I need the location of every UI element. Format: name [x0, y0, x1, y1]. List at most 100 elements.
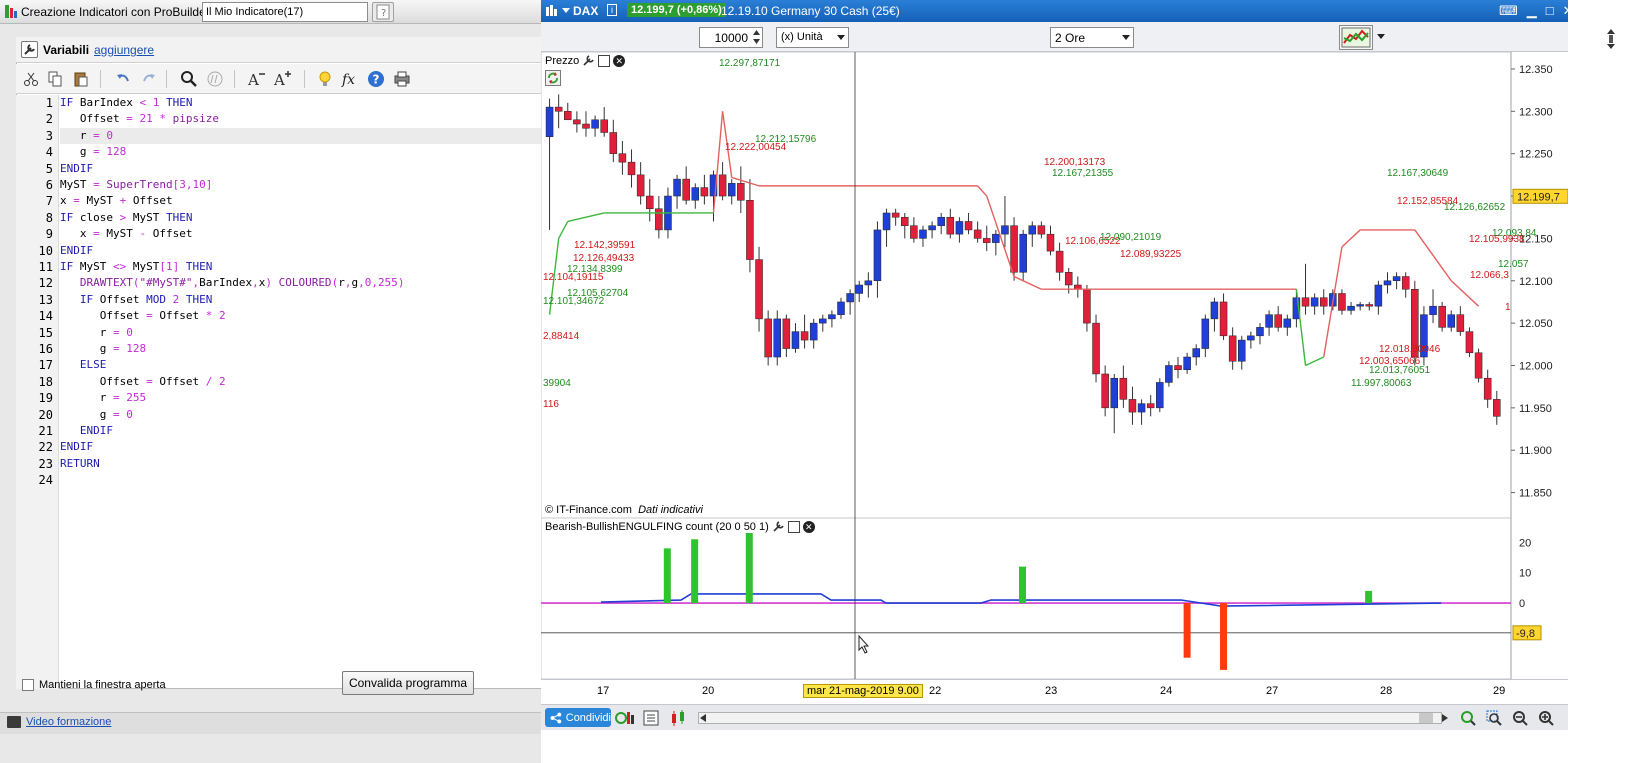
time-axis[interactable]: mar 21-mag-2019 9.00 17 20 22 23 24 27 28 29 — [541, 679, 1568, 701]
candle-body[interactable] — [1374, 284, 1383, 307]
candle-body[interactable] — [682, 178, 690, 201]
candle-body[interactable] — [1192, 348, 1200, 358]
candle-body[interactable] — [1165, 365, 1173, 383]
code-line[interactable]: ENDIF — [60, 423, 560, 439]
candlestick-icon[interactable] — [669, 709, 687, 727]
candle-body[interactable] — [673, 178, 681, 197]
candle-body[interactable] — [1238, 339, 1246, 362]
candle-body[interactable] — [1483, 377, 1492, 400]
candle-body[interactable] — [1401, 276, 1410, 290]
candle-body[interactable] — [891, 212, 900, 218]
candle-body[interactable] — [564, 111, 572, 121]
candle-body[interactable] — [1055, 250, 1064, 273]
close-panel-icon[interactable]: ✕ — [802, 520, 815, 533]
candle-body[interactable] — [1310, 297, 1319, 307]
candle-body[interactable] — [1128, 399, 1137, 413]
zoom-out-icon[interactable] — [1511, 709, 1529, 727]
candle-body[interactable] — [1028, 225, 1037, 235]
candle-body[interactable] — [746, 200, 754, 260]
candle-body[interactable] — [1429, 305, 1437, 315]
code-line[interactable]: r = 255 — [60, 390, 560, 406]
candle-body[interactable] — [1101, 373, 1109, 409]
cut-icon[interactable] — [20, 68, 42, 90]
code-line[interactable]: MyST = SuperTrend[3,10] — [60, 177, 560, 193]
font-decrease-icon[interactable]: A — [246, 68, 268, 90]
code-line[interactable]: RETURN — [60, 456, 560, 472]
help-circle-icon[interactable]: ? — [365, 68, 387, 90]
candle-body[interactable] — [1219, 301, 1228, 337]
candle-body[interactable] — [1274, 314, 1282, 328]
redo-icon[interactable] — [138, 68, 160, 90]
candle-body[interactable] — [1010, 225, 1018, 273]
maximize-icon[interactable]: □ — [1546, 3, 1554, 19]
candle-body[interactable] — [1283, 318, 1292, 328]
candle-body[interactable] — [846, 293, 854, 303]
keep-open-option[interactable]: Mantieni la finestra aperta — [22, 679, 166, 691]
candle-body[interactable] — [1438, 305, 1446, 328]
candle-body[interactable] — [600, 119, 608, 133]
candle-body[interactable] — [764, 318, 772, 358]
indicator-name-input[interactable] — [202, 2, 368, 22]
candle-body[interactable] — [901, 216, 909, 226]
lightbulb-icon[interactable] — [314, 68, 336, 90]
code-line[interactable]: IF MyST <> MyST[1] THEN — [60, 259, 560, 275]
candle-body[interactable] — [1019, 233, 1027, 273]
maximize-panel-icon[interactable] — [787, 520, 800, 533]
candle-body[interactable] — [1392, 276, 1401, 282]
code-editor[interactable]: IF BarIndex < 1 THEN Offset = 21 * pipsi… — [60, 95, 560, 689]
candle-body[interactable] — [755, 259, 763, 320]
candle-body[interactable] — [928, 225, 936, 231]
code-line[interactable]: ENDIF — [60, 439, 560, 455]
candle-body[interactable] — [1265, 314, 1273, 328]
candle-body[interactable] — [773, 318, 782, 358]
candle-body[interactable] — [737, 183, 745, 201]
code-line[interactable]: Offset = 21 * pipsize — [60, 111, 560, 127]
candle-body[interactable] — [1174, 365, 1182, 370]
timeframe-select[interactable]: 2 Ore — [1050, 27, 1134, 48]
video-training-link[interactable]: Video formazione — [26, 716, 111, 728]
chart-type-button[interactable] — [1339, 25, 1373, 50]
price-plot-area[interactable] — [541, 52, 1512, 518]
candle-body[interactable] — [837, 301, 845, 315]
scroll-right-icon[interactable] — [1442, 714, 1448, 722]
candle-body[interactable] — [919, 229, 927, 239]
wrench-icon[interactable] — [772, 520, 785, 533]
quantity-stepper-icon[interactable] — [752, 29, 761, 45]
engulfing-bar[interactable] — [1365, 590, 1373, 604]
candle-body[interactable] — [554, 106, 563, 112]
code-line[interactable]: Offset = Offset / 2 — [60, 374, 560, 390]
search-icon[interactable] — [178, 68, 200, 90]
minimize-icon[interactable]: ▁ — [1527, 3, 1537, 19]
candle-body[interactable] — [1146, 403, 1155, 409]
zoom-in-icon[interactable] — [1537, 709, 1555, 727]
indicator-chart[interactable]: 20 10 0 -9,8 — [541, 518, 1568, 679]
candle-body[interactable] — [1456, 314, 1465, 332]
close-panel-icon[interactable]: ✕ — [613, 54, 626, 67]
candle-body[interactable] — [1210, 301, 1219, 320]
candle-body[interactable] — [1383, 280, 1392, 286]
candle-body[interactable] — [1156, 382, 1164, 409]
code-line[interactable] — [60, 472, 560, 488]
vertical-scroll-icon[interactable] — [1604, 28, 1618, 50]
code-line[interactable]: IF Offset MOD 2 THEN — [60, 292, 560, 308]
candle-body[interactable] — [1092, 322, 1100, 375]
candle-body[interactable] — [882, 212, 891, 231]
candle-body[interactable] — [700, 187, 709, 197]
engulfing-bar[interactable] — [691, 539, 699, 604]
candle-body[interactable] — [946, 216, 955, 235]
price-chart[interactable]: 12.35012.30012.25012.20012.15012.10012.0… — [541, 52, 1568, 518]
candle-body[interactable] — [791, 331, 800, 349]
code-line[interactable]: ELSE — [60, 357, 560, 373]
code-line[interactable]: r = 0 — [60, 127, 560, 145]
candle-body[interactable] — [618, 153, 627, 163]
candle-body[interactable] — [964, 221, 973, 231]
candle-body[interactable] — [782, 318, 791, 349]
code-line[interactable]: g = 128 — [60, 144, 560, 160]
candle-body[interactable] — [1301, 297, 1310, 307]
candle-body[interactable] — [1037, 225, 1046, 235]
candle-body[interactable] — [992, 233, 1000, 243]
candle-body[interactable] — [955, 221, 964, 235]
candle-body[interactable] — [1119, 377, 1128, 400]
unit-select[interactable]: (x) Unità — [776, 27, 849, 48]
wrench-icon[interactable] — [21, 41, 38, 58]
